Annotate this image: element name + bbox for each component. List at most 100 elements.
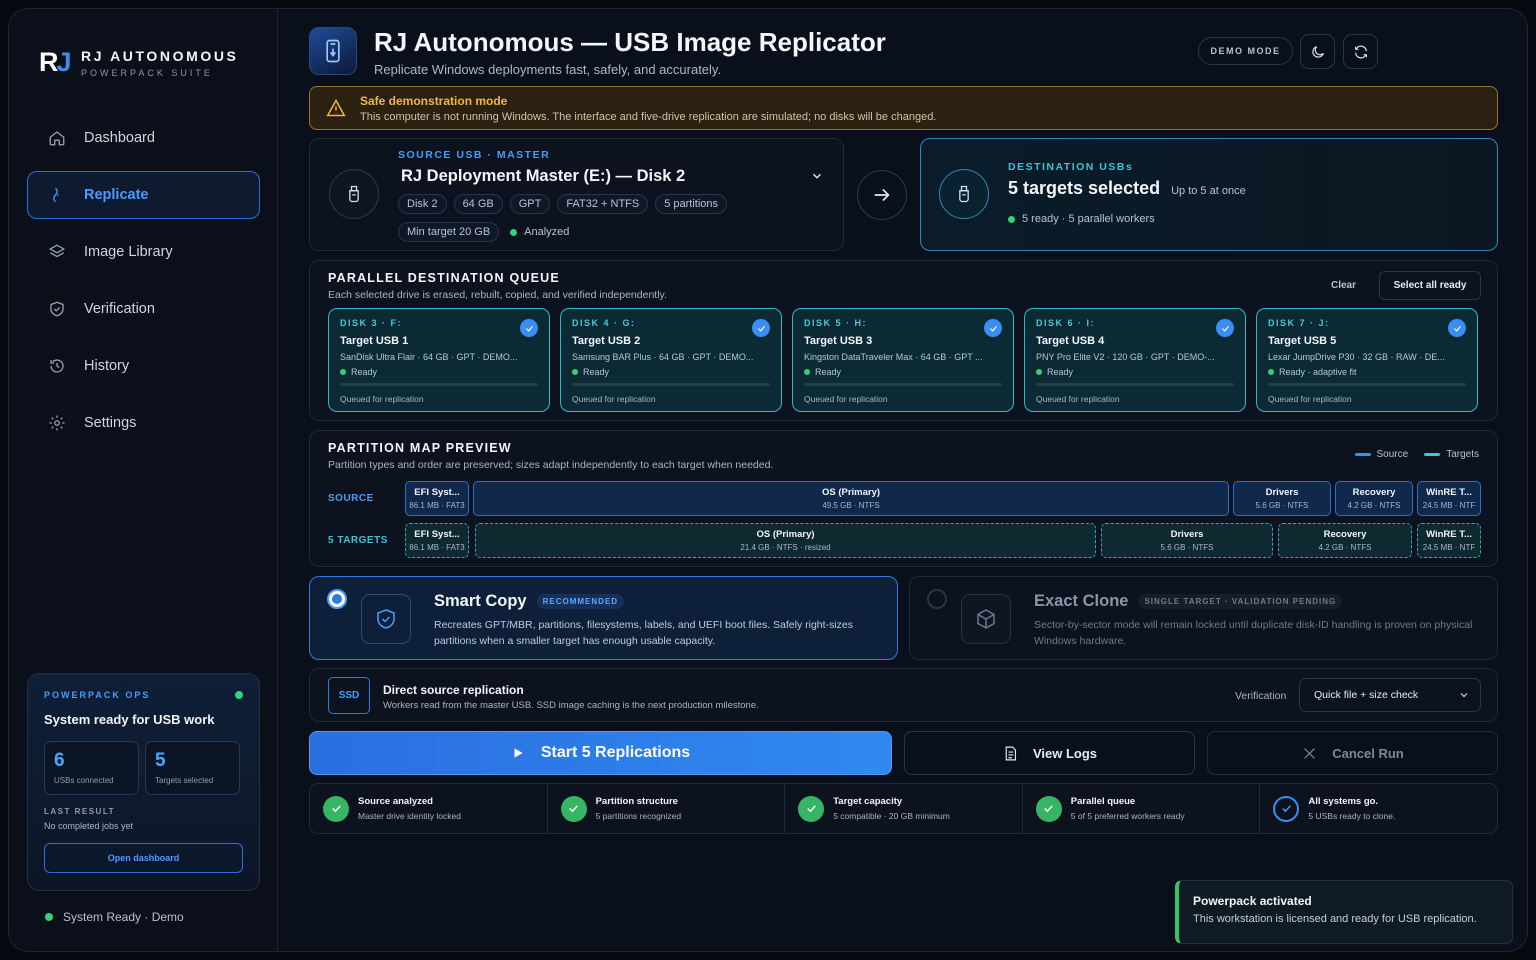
demo-mode-badge: DEMO MODE [1198, 37, 1293, 65]
target-progress-bar [804, 383, 1002, 386]
theme-toggle-button[interactable] [1300, 34, 1335, 69]
target-card[interactable]: DISK 4 · G: Target USB 2 Samsung BAR Plu… [560, 308, 782, 412]
exact-clone-option[interactable]: Exact Clone SINGLE TARGET · VALIDATION PE… [909, 576, 1498, 660]
page-subtitle: Replicate Windows deployments fast, safe… [374, 62, 722, 77]
cube-icon [961, 594, 1011, 644]
target-progress-bar [1036, 383, 1234, 386]
target-card[interactable]: DISK 7 · J: Target USB 5 Lexar JumpDrive… [1256, 308, 1478, 412]
stat-value: 6 [54, 750, 65, 771]
target-status-text: Ready [815, 367, 842, 377]
check-circle-icon [560, 795, 587, 822]
check-subtitle: 5 compatible · 20 GB minimum [833, 811, 950, 821]
smart-copy-option[interactable]: Smart Copy RECOMMENDED Recreates GPT/MBR,… [309, 576, 898, 660]
radio-unselected-icon[interactable] [927, 589, 947, 609]
clear-button[interactable]: Clear [1331, 280, 1356, 291]
verification-select[interactable]: Quick file + size check [1299, 678, 1481, 712]
partition-size: 5.6 GB · NTFS [1160, 543, 1214, 552]
check-icon[interactable] [984, 319, 1002, 337]
source-partition: WinRE T... 24.5 MB · NTF [1417, 481, 1481, 516]
sidebar-item-image-library[interactable]: Image Library [27, 228, 260, 276]
source-usb-card[interactable]: SOURCE USB · MASTER RJ Deployment Master… [309, 138, 844, 251]
smart-copy-title: Smart Copy [434, 592, 527, 610]
target-status-text: Ready · adaptive fit [1279, 367, 1357, 377]
target-disk: DISK 6 · I: [1036, 318, 1096, 328]
close-icon [1304, 747, 1316, 759]
source-partition: EFI Syst... 86.1 MB · FAT3 [405, 481, 469, 516]
sidebar-item-history[interactable]: History [27, 342, 260, 390]
partition-name: EFI Syst... [414, 487, 460, 498]
source-chip: GPT [509, 194, 551, 214]
ops-title: System ready for USB work [44, 712, 215, 727]
sidebar-item-label: Image Library [84, 244, 173, 260]
status-dot-icon [235, 691, 243, 699]
last-result-label: LAST RESULT [44, 807, 116, 816]
system-status: System Ready · Demo [45, 910, 184, 924]
sidebar-item-verification[interactable]: Verification [27, 285, 260, 333]
target-card[interactable]: DISK 3 · F: Target USB 1 SanDisk Ultra F… [328, 308, 550, 412]
sidebar-item-settings[interactable]: Settings [27, 399, 260, 447]
check-icon[interactable] [520, 319, 538, 337]
system-status-text: System Ready · Demo [63, 910, 184, 924]
target-disk: DISK 3 · F: [340, 318, 403, 328]
check-title: Source analyzed [358, 796, 433, 807]
warning-title: Safe demonstration mode [360, 93, 508, 108]
partition-size: 86.1 MB · FAT3 [409, 543, 465, 552]
target-status: Ready [804, 367, 1002, 377]
check-title: All systems go. [1308, 796, 1379, 807]
check-parallel-queue: Parallel queue 5 of 5 preferred workers r… [1023, 784, 1261, 833]
chevron-down-icon[interactable] [810, 169, 824, 183]
source-chip: 64 GB [453, 194, 503, 214]
view-logs-label: View Logs [1032, 745, 1098, 761]
app-usb-icon [309, 27, 357, 75]
refresh-button[interactable] [1343, 34, 1378, 69]
target-info: SanDisk Ultra Flair · 64 GB · GPT · DEMO… [340, 352, 518, 362]
partition-map-title: PARTITION MAP PREVIEW [328, 441, 512, 455]
target-card[interactable]: DISK 5 · H: Target USB 3 Kingston DataTr… [792, 308, 1014, 412]
status-dot-icon [804, 369, 810, 375]
analyzed-status: Analyzed [510, 226, 569, 238]
source-label: SOURCE USB · MASTER [398, 149, 551, 161]
smart-copy-description: Recreates GPT/MBR, partitions, filesyste… [434, 619, 853, 647]
usb-plug-icon [53, 187, 59, 203]
targets-row-label: 5 TARGETS [328, 535, 388, 546]
queue-title: PARALLEL DESTINATION QUEUE [328, 271, 560, 285]
radio-selected-icon[interactable] [327, 589, 347, 609]
partition-size: 24.5 MB · NTF [1422, 501, 1476, 510]
legend-targets: Targets [1424, 449, 1479, 460]
powerpack-toast[interactable]: Powerpack activated This workstation is … [1175, 880, 1513, 944]
target-name: Target USB 4 [1036, 335, 1105, 347]
sidebar-item-label: History [84, 358, 130, 374]
check-icon[interactable] [1216, 319, 1234, 337]
destination-usbs-card[interactable]: DESTINATION USBs 5 targets selected Up t… [920, 138, 1498, 251]
target-name: Target USB 5 [1268, 335, 1337, 347]
legend-source: Source [1354, 449, 1408, 460]
start-replications-button[interactable]: Start 5 Replications [309, 731, 892, 775]
partition-size: 5.6 GB · NTFS [1255, 501, 1309, 510]
target-progress-bar [1268, 383, 1466, 386]
view-logs-button[interactable]: View Logs [904, 731, 1195, 775]
target-card[interactable]: DISK 6 · I: Target USB 4 PNY Pro Elite V… [1024, 308, 1246, 412]
toast-title: Powerpack activated [1193, 894, 1312, 908]
partition-name: WinRE T... [1426, 529, 1472, 540]
source-partition: Recovery 4.2 GB · NTFS [1335, 481, 1413, 516]
check-subtitle: 5 of 5 preferred workers ready [1070, 811, 1185, 821]
validation-pending-badge: SINGLE TARGET · VALIDATION PENDING [1138, 594, 1343, 610]
check-subtitle: 5 partitions recognized [595, 811, 682, 821]
shield-check-icon [361, 594, 411, 644]
cancel-run-button[interactable]: Cancel Run [1207, 731, 1498, 775]
check-icon[interactable] [752, 319, 770, 337]
sidebar-item-dashboard[interactable]: Dashboard [27, 114, 260, 162]
target-partition: WinRE T... 24.5 MB · NTF [1417, 523, 1481, 558]
open-dashboard-button[interactable]: Open dashboard [44, 843, 243, 873]
select-all-ready-button[interactable]: Select all ready [1379, 271, 1481, 300]
powerpack-ops-panel: POWERPACK OPS System ready for USB work … [27, 673, 260, 891]
sidebar-item-label: Dashboard [84, 130, 155, 146]
partition-name: OS (Primary) [821, 487, 881, 498]
check-all-systems-go: All systems go. 5 USBs ready to clone. [1260, 784, 1497, 833]
target-progress-bar [340, 383, 538, 386]
partition-name: Drivers [1265, 487, 1299, 498]
play-icon [514, 748, 523, 758]
check-icon[interactable] [1448, 319, 1466, 337]
sidebar-item-replicate[interactable]: Replicate [27, 171, 260, 219]
partition-map-subtitle: Partition types and order are preserved;… [328, 459, 774, 471]
